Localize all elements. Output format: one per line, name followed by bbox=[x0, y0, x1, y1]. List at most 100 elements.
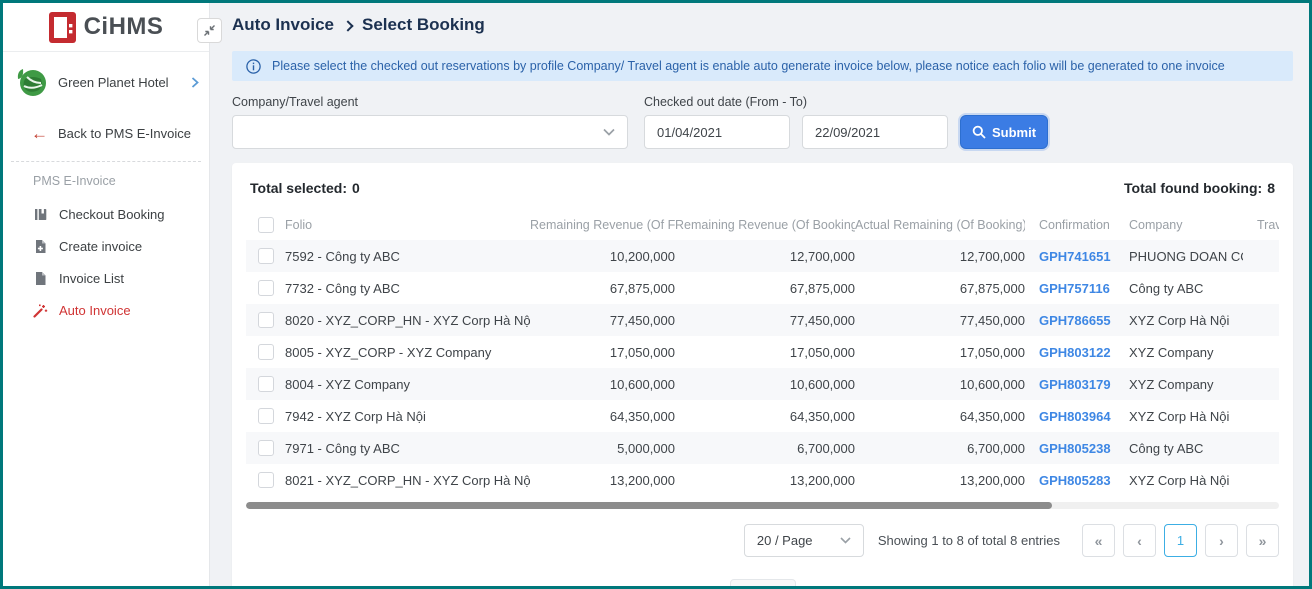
pagination: 20 / Page Showing 1 to 8 of total 8 entr… bbox=[246, 524, 1279, 557]
company-cell: XYZ Corp Hà Nội bbox=[1115, 409, 1243, 424]
column-header-company: Company bbox=[1115, 218, 1243, 232]
horizontal-scrollbar-thumb[interactable] bbox=[246, 502, 1052, 509]
row-checkbox[interactable] bbox=[258, 440, 274, 456]
remaining-revenue-booking-cell: 77,450,000 bbox=[675, 313, 855, 328]
breadcrumb-chevron-icon bbox=[342, 20, 353, 31]
horizontal-scrollbar[interactable] bbox=[246, 502, 1279, 509]
remaining-revenue-booking-cell: 12,700,000 bbox=[675, 249, 855, 264]
sidebar-collapse-button[interactable] bbox=[197, 18, 222, 43]
sidebar-item-label: Checkout Booking bbox=[59, 207, 165, 222]
next-step-button[interactable]: Next → bbox=[730, 579, 796, 586]
next-page-button[interactable]: › bbox=[1205, 524, 1238, 557]
actual-remaining-cell: 17,050,000 bbox=[855, 345, 1025, 360]
prev-page-button[interactable]: ‹ bbox=[1123, 524, 1156, 557]
confirmation-link[interactable]: GPH757116 bbox=[1039, 281, 1110, 296]
info-icon bbox=[246, 59, 261, 74]
totals-row: Total selected: 0 Total found booking: 8 bbox=[250, 180, 1275, 196]
row-checkbox[interactable] bbox=[258, 248, 274, 264]
hotel-selector[interactable]: Green Planet Hotel bbox=[3, 52, 209, 112]
company-cell: XYZ Corp Hà Nội bbox=[1115, 313, 1243, 328]
confirmation-link[interactable]: GPH805238 bbox=[1039, 441, 1111, 456]
checked-out-date-filter: Checked out date (From - To) Submit bbox=[644, 95, 1048, 149]
company-filter: Company/Travel agent bbox=[232, 95, 628, 149]
chevron-right-icon bbox=[191, 77, 199, 88]
back-arrow-icon: ← bbox=[31, 127, 48, 141]
page-size-select[interactable]: 20 / Page bbox=[744, 524, 864, 557]
app-window: CiHMS Green Planet Hotel bbox=[0, 0, 1312, 589]
table-row: 7732 - Công ty ABC 67,875,000 67,875,000… bbox=[246, 272, 1279, 304]
confirmation-link[interactable]: GPH786655 bbox=[1039, 313, 1111, 328]
chevron-down-icon bbox=[840, 537, 851, 544]
row-checkbox[interactable] bbox=[258, 408, 274, 424]
folio-cell: 8005 - XYZ_CORP - XYZ Company bbox=[280, 345, 530, 360]
breadcrumb-parent[interactable]: Auto Invoice bbox=[232, 15, 334, 35]
next-row: Next → bbox=[246, 579, 1279, 586]
pagination-summary: Showing 1 to 8 of total 8 entries bbox=[878, 533, 1060, 548]
column-header-travel-agent: Trave bbox=[1243, 218, 1279, 232]
globe-icon bbox=[15, 65, 49, 99]
table-row: 8005 - XYZ_CORP - XYZ Company 17,050,000… bbox=[246, 336, 1279, 368]
back-link-label: Back to PMS E-Invoice bbox=[58, 126, 191, 141]
row-checkbox[interactable] bbox=[258, 280, 274, 296]
column-header-confirmation: Confirmation bbox=[1025, 218, 1115, 232]
magic-wand-icon bbox=[33, 303, 48, 318]
actual-remaining-cell: 12,700,000 bbox=[855, 249, 1025, 264]
first-page-button[interactable]: « bbox=[1082, 524, 1115, 557]
sidebar-item-create-invoice[interactable]: Create invoice bbox=[3, 230, 209, 262]
cihms-logo-icon bbox=[49, 12, 76, 43]
column-header-remaining-revenue-booking: Remaining Revenue (Of Booking) bbox=[675, 218, 855, 232]
page-1-button[interactable]: 1 bbox=[1164, 524, 1197, 557]
sidebar-item-invoice-list[interactable]: Invoice List bbox=[3, 262, 209, 294]
hotel-name: Green Planet Hotel bbox=[58, 75, 182, 90]
confirmation-link[interactable]: GPH803122 bbox=[1039, 345, 1111, 360]
select-all-checkbox[interactable] bbox=[258, 217, 274, 233]
remaining-revenue-folio-cell: 10,200,000 bbox=[530, 249, 675, 264]
chevron-down-icon bbox=[603, 128, 615, 136]
company-filter-label: Company/Travel agent bbox=[232, 95, 628, 109]
file-plus-icon bbox=[33, 239, 48, 254]
company-select[interactable] bbox=[232, 115, 628, 149]
actual-remaining-cell: 77,450,000 bbox=[855, 313, 1025, 328]
remaining-revenue-booking-cell: 64,350,000 bbox=[675, 409, 855, 424]
sidebar-item-auto-invoice[interactable]: Auto Invoice bbox=[3, 294, 209, 326]
main-content: Auto Invoice Select Booking Please selec… bbox=[210, 3, 1309, 586]
remaining-revenue-booking-cell: 13,200,000 bbox=[675, 473, 855, 488]
date-to-input[interactable] bbox=[802, 115, 948, 149]
table-row: 7592 - Công ty ABC 10,200,000 12,700,000… bbox=[246, 240, 1279, 272]
date-from-input[interactable] bbox=[644, 115, 790, 149]
column-header-folio: Folio bbox=[280, 218, 530, 232]
company-cell: Công ty ABC bbox=[1115, 281, 1243, 296]
date-filter-label: Checked out date (From - To) bbox=[644, 95, 1048, 109]
pagination-buttons: « ‹ 1 › » bbox=[1082, 524, 1279, 557]
actual-remaining-cell: 64,350,000 bbox=[855, 409, 1025, 424]
breadcrumb: Auto Invoice Select Booking bbox=[232, 15, 1293, 35]
info-banner: Please select the checked out reservatio… bbox=[232, 51, 1293, 81]
last-page-button[interactable]: » bbox=[1246, 524, 1279, 557]
remaining-revenue-folio-cell: 13,200,000 bbox=[530, 473, 675, 488]
submit-button[interactable]: Submit bbox=[960, 115, 1048, 149]
sidebar-item-checkout-booking[interactable]: Checkout Booking bbox=[3, 198, 209, 230]
row-checkbox[interactable] bbox=[258, 472, 274, 488]
logo-text: CiHMS bbox=[84, 13, 164, 41]
remaining-revenue-folio-cell: 5,000,000 bbox=[530, 441, 675, 456]
row-checkbox[interactable] bbox=[258, 344, 274, 360]
remaining-revenue-booking-cell: 10,600,000 bbox=[675, 377, 855, 392]
row-checkbox[interactable] bbox=[258, 376, 274, 392]
confirmation-link[interactable]: GPH803179 bbox=[1039, 377, 1111, 392]
remaining-revenue-folio-cell: 10,600,000 bbox=[530, 377, 675, 392]
folio-cell: 7732 - Công ty ABC bbox=[280, 281, 530, 296]
actual-remaining-cell: 6,700,000 bbox=[855, 441, 1025, 456]
table-row: 8020 - XYZ_CORP_HN - XYZ Corp Hà Nội 77,… bbox=[246, 304, 1279, 336]
booking-table: Folio Remaining Revenue (Of Folio) Remai… bbox=[246, 210, 1279, 496]
confirmation-link[interactable]: GPH805283 bbox=[1039, 473, 1111, 488]
file-icon bbox=[33, 271, 48, 286]
folio-cell: 7592 - Công ty ABC bbox=[280, 249, 530, 264]
back-link[interactable]: ← Back to PMS E-Invoice bbox=[3, 112, 209, 147]
confirmation-link[interactable]: GPH803964 bbox=[1039, 409, 1111, 424]
submit-button-label: Submit bbox=[992, 125, 1036, 140]
actual-remaining-cell: 67,875,000 bbox=[855, 281, 1025, 296]
row-checkbox[interactable] bbox=[258, 312, 274, 328]
folio-cell: 7971 - Công ty ABC bbox=[280, 441, 530, 456]
sidebar-item-label: Invoice List bbox=[59, 271, 124, 286]
confirmation-link[interactable]: GPH741651 bbox=[1039, 249, 1111, 264]
